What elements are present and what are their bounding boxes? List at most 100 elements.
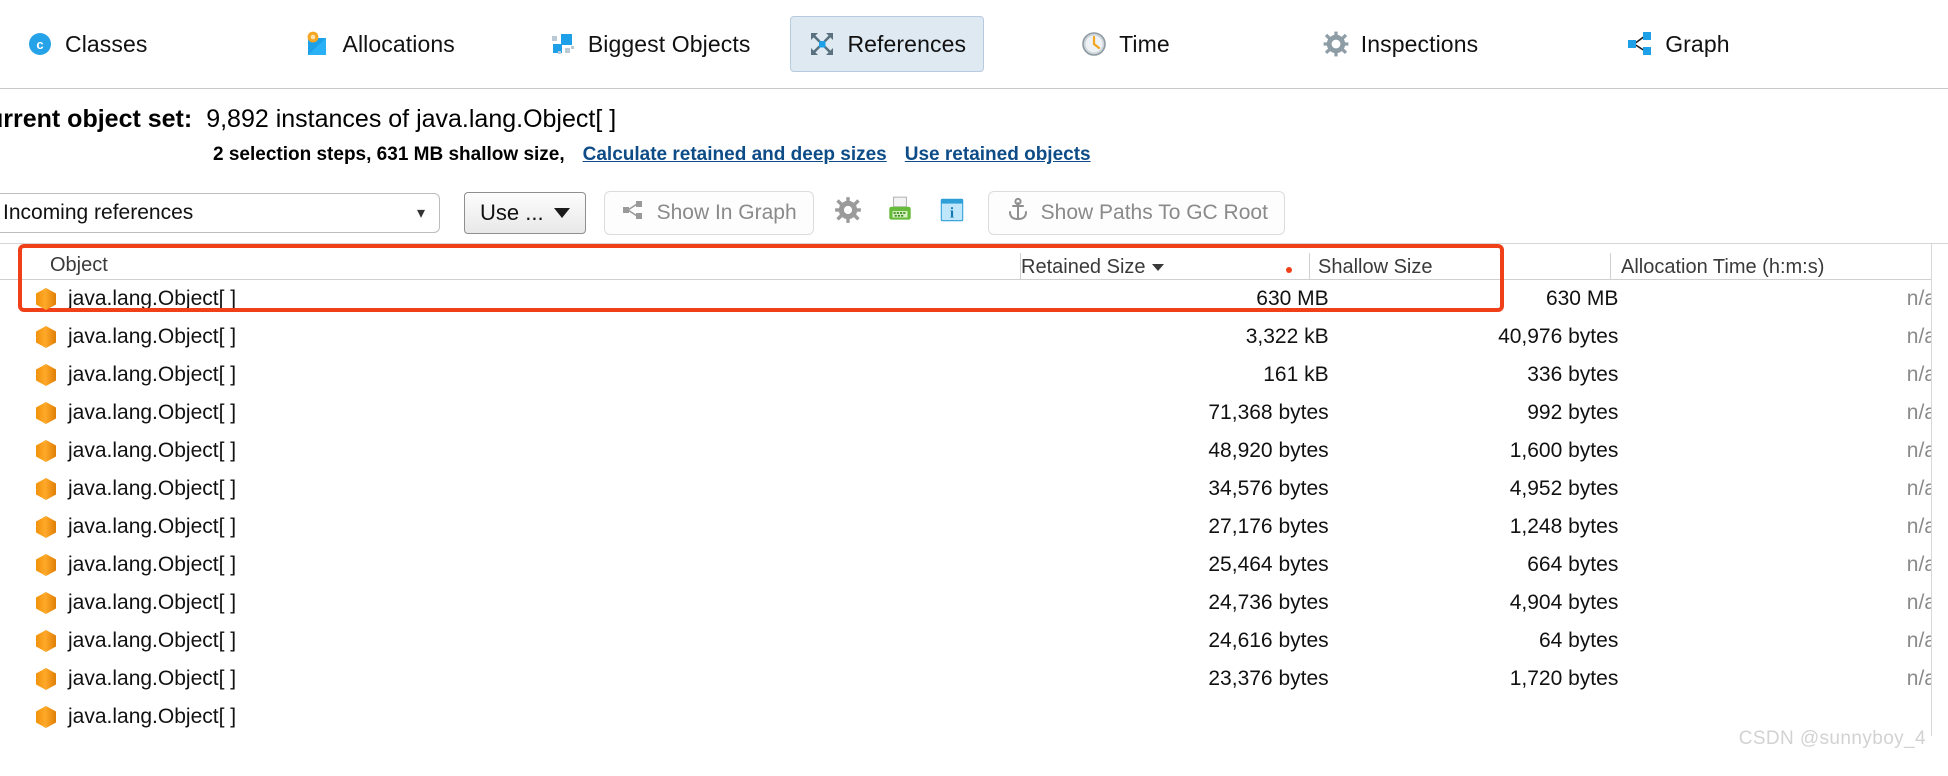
- table-row[interactable]: java.lang.Object[ ] 27,176 bytes 1,248 byt…: [0, 508, 1948, 546]
- biggest-objects-icon: [549, 30, 577, 58]
- nav-item-allocations[interactable]: Allocations: [286, 16, 473, 72]
- cell-allocation-time: n/a: [1906, 591, 1936, 614]
- calculate-retained-deep-sizes-link[interactable]: Calculate retained and deep sizes: [583, 144, 887, 166]
- table-row[interactable]: java.lang.Object[ ] 34,576 bytes 4,952 byt…: [0, 470, 1948, 508]
- anchor-icon: [1005, 197, 1031, 229]
- cell-allocation-time: n/a: [1906, 439, 1936, 462]
- cell-retained-size: 71,368 bytes: [1208, 401, 1329, 424]
- cell-object-label: java.lang.Object[ ]: [68, 477, 237, 500]
- table-row[interactable]: java.lang.Object[ ]: [0, 698, 1948, 736]
- cell-object-label: java.lang.Object[ ]: [68, 363, 237, 386]
- table-row[interactable]: java.lang.Object[ ] 24,616 bytes 64 bytes n…: [0, 622, 1948, 660]
- cell-retained-size: 25,464 bytes: [1208, 553, 1329, 576]
- column-header-allocation-time[interactable]: Allocation Time (h:m:s): [1611, 256, 1931, 279]
- cell-object-label: java.lang.Object[ ]: [68, 705, 237, 728]
- cell-allocation-time: n/a: [1906, 629, 1936, 652]
- use-button-label: Use ...: [480, 199, 544, 225]
- cell-object-label: java.lang.Object[ ]: [68, 629, 237, 652]
- reference-mode-select[interactable]: Incoming references ▾: [0, 192, 440, 233]
- gear-icon: [833, 195, 863, 230]
- cell-retained-size: 161 kB: [1263, 363, 1329, 386]
- cell-object: java.lang.Object[ ]: [22, 591, 1041, 615]
- cell-object-label: java.lang.Object[ ]: [68, 515, 237, 538]
- table-row[interactable]: java.lang.Object[ ] 23,376 bytes 1,720 byt…: [0, 660, 1948, 698]
- nav-item-graph[interactable]: Graph: [1608, 16, 1747, 72]
- table-header-row: Object Retained Size Shallow Size Alloca…: [0, 244, 1948, 280]
- annotation-dot: [1286, 267, 1292, 273]
- table-row[interactable]: java.lang.Object[ ] 48,920 bytes 1,600 byt…: [0, 432, 1948, 470]
- table-body: java.lang.Object[ ] 630 MB 630 MB n/a java.l…: [0, 280, 1948, 736]
- settings-button[interactable]: [830, 195, 866, 231]
- cell-retained-size: 23,376 bytes: [1208, 667, 1329, 690]
- cell-allocation-time: n/a: [1906, 325, 1936, 348]
- cell-retained-size: 34,576 bytes: [1208, 477, 1329, 500]
- references-table: Object Retained Size Shallow Size Alloca…: [0, 244, 1948, 736]
- cell-object: java.lang.Object[ ]: [22, 629, 1041, 653]
- vertical-scrollbar[interactable]: [1931, 244, 1948, 736]
- cell-allocation-time: n/a: [1906, 553, 1936, 576]
- show-in-graph-label: Show In Graph: [656, 200, 797, 224]
- object-array-icon: [36, 287, 56, 311]
- cell-retained-size: 24,616 bytes: [1208, 629, 1329, 652]
- current-object-set-panel: urrent object set: 9,892 instances of ja…: [0, 89, 1948, 176]
- chevron-down-icon: ▾: [416, 204, 425, 222]
- show-paths-to-gc-root-button[interactable]: Show Paths To GC Root: [987, 190, 1285, 235]
- cell-object-label: java.lang.Object[ ]: [68, 553, 237, 576]
- cell-shallow-size: 630 MB: [1545, 287, 1619, 310]
- object-array-icon: [36, 553, 56, 577]
- cell-shallow-size: 664 bytes: [1527, 553, 1619, 576]
- column-header-object[interactable]: Object: [0, 254, 1020, 279]
- object-array-icon: [36, 325, 56, 349]
- references-icon: [808, 30, 836, 58]
- column-header-retained-size[interactable]: Retained Size: [1021, 256, 1309, 279]
- cell-object: java.lang.Object[ ]: [22, 515, 1041, 539]
- object-array-icon: [36, 515, 56, 539]
- cell-shallow-size: 992 bytes: [1527, 401, 1619, 424]
- cell-object: java.lang.Object[ ]: [22, 705, 1041, 729]
- cell-object: java.lang.Object[ ]: [22, 325, 1041, 349]
- object-set-line-1: urrent object set: 9,892 instances of ja…: [0, 105, 1948, 134]
- svg-text:c: c: [36, 37, 43, 52]
- nav-item-biggest-objects[interactable]: Biggest Objects: [531, 16, 769, 72]
- cell-object-label: java.lang.Object[ ]: [68, 325, 237, 348]
- table-row[interactable]: java.lang.Object[ ] 25,464 bytes 664 bytes…: [0, 546, 1948, 584]
- table-row[interactable]: java.lang.Object[ ] 71,368 bytes 992 bytes…: [0, 394, 1948, 432]
- table-row[interactable]: java.lang.Object[ ] 161 kB 336 bytes n/a: [0, 356, 1948, 394]
- nav-item-references[interactable]: References: [790, 16, 985, 72]
- table-row[interactable]: java.lang.Object[ ] 3,322 kB 40,976 bytes n…: [0, 318, 1948, 356]
- object-array-icon: [36, 591, 56, 615]
- column-header-retained-size-label: Retained Size: [1021, 256, 1146, 278]
- show-paths-label: Show Paths To GC Root: [1040, 200, 1268, 224]
- export-button[interactable]: [882, 195, 918, 231]
- object-array-icon: [36, 363, 56, 387]
- cell-shallow-size: 336 bytes: [1527, 363, 1619, 386]
- object-array-icon: [36, 401, 56, 425]
- show-in-graph-button[interactable]: Show In Graph: [603, 190, 814, 235]
- use-dropdown-button[interactable]: Use ...: [464, 191, 586, 234]
- main-toolbar: c Classes Allocations Biggest Objects Re…: [0, 0, 1948, 89]
- cell-shallow-size: 1,600 bytes: [1509, 439, 1619, 462]
- cell-shallow-size: 64 bytes: [1538, 629, 1619, 652]
- column-header-shallow-size[interactable]: Shallow Size: [1310, 256, 1610, 279]
- export-icon: [885, 195, 915, 230]
- object-array-icon: [36, 667, 56, 691]
- cell-allocation-time: n/a: [1906, 363, 1936, 386]
- gear-icon: [1322, 30, 1350, 58]
- nav-label-time: Time: [1119, 30, 1170, 57]
- cell-object: java.lang.Object[ ]: [22, 287, 1041, 311]
- nav-item-classes[interactable]: c Classes: [8, 16, 166, 72]
- nav-label-graph: Graph: [1665, 30, 1730, 57]
- info-button[interactable]: i: [934, 195, 970, 231]
- cell-retained-size: 630 MB: [1256, 287, 1329, 310]
- object-array-icon: [36, 629, 56, 653]
- object-set-line-2: 2 selection steps, 631 MB shallow size, …: [213, 144, 1948, 166]
- nav-item-inspections[interactable]: Inspections: [1304, 16, 1496, 72]
- cell-allocation-time: n/a: [1906, 477, 1936, 500]
- table-row[interactable]: java.lang.Object[ ] 24,736 bytes 4,904 byt…: [0, 584, 1948, 622]
- cell-retained-size: 27,176 bytes: [1208, 515, 1329, 538]
- cell-retained-size: 24,736 bytes: [1208, 591, 1329, 614]
- nav-item-time[interactable]: Time: [1062, 16, 1188, 72]
- table-row[interactable]: java.lang.Object[ ] 630 MB 630 MB n/a: [0, 280, 1948, 318]
- use-retained-objects-link[interactable]: Use retained objects: [905, 144, 1091, 166]
- object-array-icon: [36, 477, 56, 501]
